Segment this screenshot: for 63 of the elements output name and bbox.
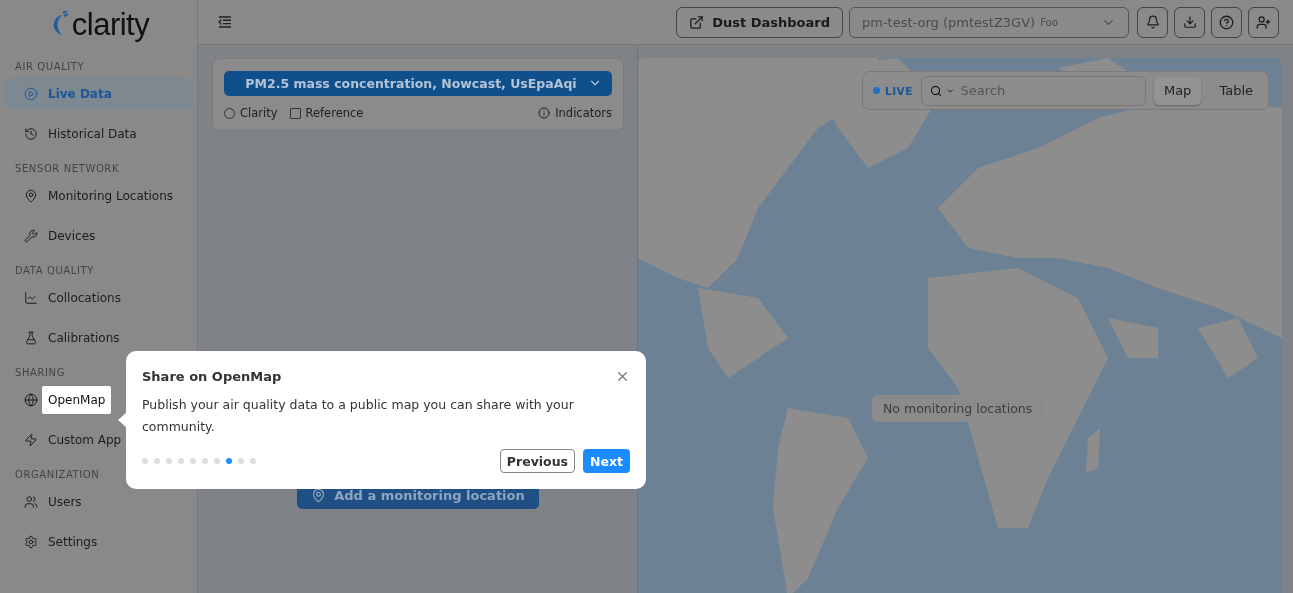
notifications-button[interactable] xyxy=(1137,6,1168,38)
nav-item[interactable]: Custom App xyxy=(4,424,130,456)
nav-item[interactable]: Devices xyxy=(4,220,104,252)
nav-label: Collocations xyxy=(48,291,121,305)
popover-title: Share on OpenMap xyxy=(142,369,282,384)
nav-label: Live Data xyxy=(48,87,112,101)
play-icon xyxy=(24,87,38,101)
nav-item[interactable]: Users xyxy=(4,486,90,518)
add-user-icon xyxy=(1256,14,1271,30)
nav-label: OpenMap xyxy=(42,386,112,414)
nav-item[interactable]: Monitoring Locations xyxy=(4,180,181,212)
nav-label: Devices xyxy=(48,229,96,243)
section-title: SHARING xyxy=(14,366,67,380)
section-title: AIR QUALITY xyxy=(14,60,86,74)
help-button[interactable] xyxy=(1211,6,1242,38)
previous-button[interactable]: Previous xyxy=(499,449,575,473)
settings-icon xyxy=(24,535,38,549)
external-link-icon xyxy=(689,14,705,30)
section-title: DATA QUALITY xyxy=(14,264,95,278)
nav-label: Calibrations xyxy=(48,331,120,345)
view-tab[interactable]: Table xyxy=(1209,76,1263,105)
wrench-icon xyxy=(24,229,38,243)
section-title: ORGANIZATION xyxy=(14,468,101,482)
next-button[interactable]: Next xyxy=(583,449,630,473)
history-icon xyxy=(24,127,38,141)
users-icon xyxy=(24,495,38,509)
org-select[interactable]: pm-test-org (pmtestZ3GV) Foo xyxy=(849,6,1129,38)
pin-icon xyxy=(24,189,38,203)
nav-item[interactable]: Calibrations xyxy=(4,322,128,354)
view-tab[interactable]: Map xyxy=(1153,76,1202,105)
flask-icon xyxy=(24,331,38,345)
help-icon xyxy=(1219,14,1234,30)
pin-icon xyxy=(311,487,327,503)
metric-select[interactable]: PM2.5 mass concentration, Nowcast, UsEpaAqi xyxy=(224,71,612,96)
menu-icon[interactable] xyxy=(218,16,232,28)
live-indicator: LIVE xyxy=(873,84,913,97)
chart-icon xyxy=(24,291,38,305)
radio-option[interactable]: Clarity xyxy=(224,106,278,120)
nav-item[interactable]: Collocations xyxy=(4,282,129,314)
globe-icon xyxy=(24,393,38,407)
search-icon xyxy=(929,83,942,98)
close-icon xyxy=(615,369,630,384)
nav-label: Custom App xyxy=(48,433,122,447)
info-icon xyxy=(538,107,551,119)
indicators-link[interactable]: Indicators xyxy=(538,106,612,120)
nav-item[interactable]: Settings xyxy=(4,526,106,558)
nav-label: Historical Data xyxy=(48,127,137,141)
nav-label: Settings xyxy=(48,535,98,549)
logo-text: clarity xyxy=(71,7,150,43)
download-button[interactable] xyxy=(1174,6,1205,38)
nav-item[interactable]: OpenMap xyxy=(4,384,120,416)
download-icon xyxy=(1182,15,1197,29)
lightning-icon xyxy=(24,433,38,447)
nav-label: Monitoring Locations xyxy=(48,189,173,203)
close-button[interactable] xyxy=(615,369,630,384)
checkbox-option[interactable]: Reference xyxy=(289,106,364,120)
bell-icon xyxy=(1145,15,1160,29)
popover-text: Publish your air quality data to a public map you can share with your community. xyxy=(142,396,575,436)
nav-label: Users xyxy=(48,495,82,509)
section-title: SENSOR NETWORK xyxy=(14,162,121,176)
nav-item[interactable]: Historical Data xyxy=(4,118,145,150)
add-user-button[interactable] xyxy=(1248,6,1279,38)
dashboard-button[interactable]: Dust Dashboard xyxy=(676,6,843,38)
